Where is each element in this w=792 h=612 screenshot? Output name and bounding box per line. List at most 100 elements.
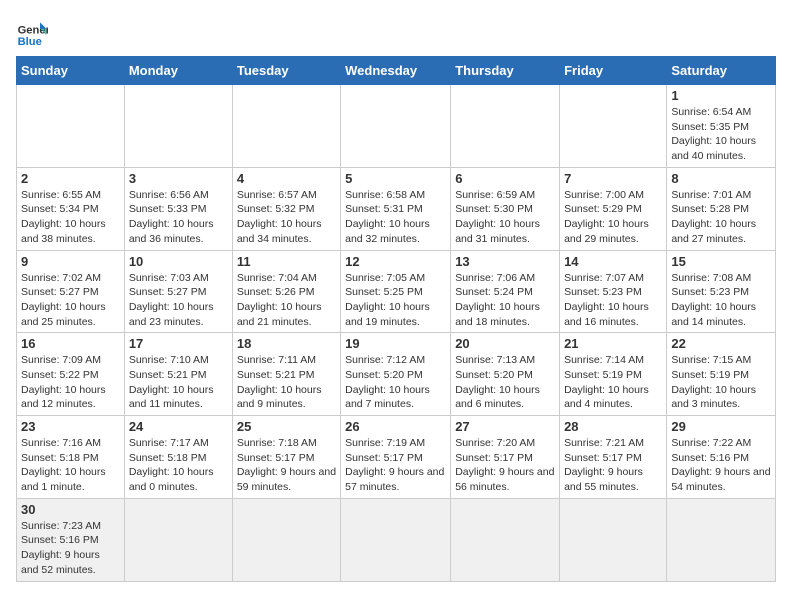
calendar-cell: 14 Sunrise: 7:07 AM Sunset: 5:23 PM Dayli… <box>560 250 667 333</box>
svg-text:Blue: Blue <box>18 36 42 48</box>
calendar-week-row: 9Sunrise: 7:02 AM Sunset: 5:27 PM Daylig… <box>17 250 776 333</box>
calendar-cell: 23Sunrise: 7:16 AM Sunset: 5:18 PM Dayli… <box>17 416 125 499</box>
day-number: 29 <box>671 419 771 434</box>
day-number: 13 <box>455 254 555 269</box>
day-number: 20 <box>455 336 555 351</box>
day-info: Sunrise: 7:05 AM Sunset: 5:25 PM Dayligh… <box>345 271 446 330</box>
day-info: Sunrise: 7:00 AM Sunset: 5:29 PM Dayligh… <box>564 188 662 247</box>
calendar-week-row: 1 Sunrise: 6:54 AM Sunset: 5:35 PM Daylig… <box>17 85 776 168</box>
day-number: 10 <box>129 254 228 269</box>
day-number: 4 <box>237 171 336 186</box>
day-number: 1 <box>671 88 771 103</box>
calendar-cell: 3Sunrise: 6:56 AM Sunset: 5:33 PM Daylig… <box>124 167 232 250</box>
day-number: 26 <box>345 419 446 434</box>
calendar-cell: 11Sunrise: 7:04 AM Sunset: 5:26 PM Dayli… <box>232 250 340 333</box>
calendar-week-row: 30 Sunrise: 7:23 AM Sunset: 5:16 PM Dayli… <box>17 498 776 581</box>
day-number: 27 <box>455 419 555 434</box>
calendar-cell <box>341 498 451 581</box>
day-number: 28 <box>564 419 662 434</box>
column-header-thursday: Thursday <box>451 57 560 85</box>
day-number: 16 <box>21 336 120 351</box>
calendar-cell: 29 Sunrise: 7:22 AM Sunset: 5:16 PM Dayli… <box>667 416 776 499</box>
day-number: 14 <box>564 254 662 269</box>
day-info: Sunrise: 7:20 AM Sunset: 5:17 PM Dayligh… <box>455 436 555 495</box>
calendar-cell: 21Sunrise: 7:14 AM Sunset: 5:19 PM Dayli… <box>560 333 667 416</box>
calendar-cell <box>667 498 776 581</box>
column-header-tuesday: Tuesday <box>232 57 340 85</box>
calendar-cell: 7Sunrise: 7:00 AM Sunset: 5:29 PM Daylig… <box>560 167 667 250</box>
calendar-cell: 13 Sunrise: 7:06 AM Sunset: 5:24 PM Dayli… <box>451 250 560 333</box>
calendar-cell: 19 Sunrise: 7:12 AM Sunset: 5:20 PM Dayli… <box>341 333 451 416</box>
day-info: Sunrise: 7:08 AM Sunset: 5:23 PM Dayligh… <box>671 271 771 330</box>
day-info: Sunrise: 7:22 AM Sunset: 5:16 PM Dayligh… <box>671 436 771 495</box>
day-info: Sunrise: 7:06 AM Sunset: 5:24 PM Dayligh… <box>455 271 555 330</box>
day-info: Sunrise: 7:13 AM Sunset: 5:20 PM Dayligh… <box>455 353 555 412</box>
day-info: Sunrise: 7:10 AM Sunset: 5:21 PM Dayligh… <box>129 353 228 412</box>
calendar-cell: 8 Sunrise: 7:01 AM Sunset: 5:28 PM Daylig… <box>667 167 776 250</box>
day-number: 25 <box>237 419 336 434</box>
calendar-cell <box>560 85 667 168</box>
day-info: Sunrise: 7:12 AM Sunset: 5:20 PM Dayligh… <box>345 353 446 412</box>
column-header-wednesday: Wednesday <box>341 57 451 85</box>
day-info: Sunrise: 7:11 AM Sunset: 5:21 PM Dayligh… <box>237 353 336 412</box>
calendar-cell <box>341 85 451 168</box>
logo-icon: General Blue <box>16 16 48 48</box>
header: General Blue <box>16 16 776 48</box>
logo: General Blue <box>16 16 52 48</box>
day-info: Sunrise: 7:17 AM Sunset: 5:18 PM Dayligh… <box>129 436 228 495</box>
day-number: 2 <box>21 171 120 186</box>
day-number: 30 <box>21 502 120 517</box>
day-number: 19 <box>345 336 446 351</box>
calendar-table: SundayMondayTuesdayWednesdayThursdayFrid… <box>16 56 776 582</box>
calendar-cell <box>232 498 340 581</box>
day-number: 15 <box>671 254 771 269</box>
calendar-cell: 1 Sunrise: 6:54 AM Sunset: 5:35 PM Daylig… <box>667 85 776 168</box>
calendar-cell <box>124 498 232 581</box>
day-number: 18 <box>237 336 336 351</box>
day-number: 12 <box>345 254 446 269</box>
calendar-cell: 17 Sunrise: 7:10 AM Sunset: 5:21 PM Dayli… <box>124 333 232 416</box>
day-info: Sunrise: 7:16 AM Sunset: 5:18 PM Dayligh… <box>21 436 120 495</box>
day-number: 17 <box>129 336 228 351</box>
day-info: Sunrise: 6:55 AM Sunset: 5:34 PM Dayligh… <box>21 188 120 247</box>
day-info: Sunrise: 6:57 AM Sunset: 5:32 PM Dayligh… <box>237 188 336 247</box>
day-info: Sunrise: 7:23 AM Sunset: 5:16 PM Dayligh… <box>21 519 120 578</box>
day-info: Sunrise: 6:54 AM Sunset: 5:35 PM Dayligh… <box>671 105 771 164</box>
day-info: Sunrise: 7:03 AM Sunset: 5:27 PM Dayligh… <box>129 271 228 330</box>
calendar-cell: 28 Sunrise: 7:21 AM Sunset: 5:17 PM Dayli… <box>560 416 667 499</box>
day-number: 11 <box>237 254 336 269</box>
column-header-monday: Monday <box>124 57 232 85</box>
calendar-cell <box>17 85 125 168</box>
day-info: Sunrise: 7:07 AM Sunset: 5:23 PM Dayligh… <box>564 271 662 330</box>
day-number: 22 <box>671 336 771 351</box>
column-header-sunday: Sunday <box>17 57 125 85</box>
calendar-cell: 22Sunrise: 7:15 AM Sunset: 5:19 PM Dayli… <box>667 333 776 416</box>
day-info: Sunrise: 7:19 AM Sunset: 5:17 PM Dayligh… <box>345 436 446 495</box>
calendar-cell: 12 Sunrise: 7:05 AM Sunset: 5:25 PM Dayli… <box>341 250 451 333</box>
calendar-cell: 10 Sunrise: 7:03 AM Sunset: 5:27 PM Dayli… <box>124 250 232 333</box>
calendar-week-row: 16Sunrise: 7:09 AM Sunset: 5:22 PM Dayli… <box>17 333 776 416</box>
calendar-cell: 2 Sunrise: 6:55 AM Sunset: 5:34 PM Daylig… <box>17 167 125 250</box>
day-number: 9 <box>21 254 120 269</box>
day-number: 24 <box>129 419 228 434</box>
calendar-cell: 30 Sunrise: 7:23 AM Sunset: 5:16 PM Dayli… <box>17 498 125 581</box>
column-header-saturday: Saturday <box>667 57 776 85</box>
column-header-friday: Friday <box>560 57 667 85</box>
calendar-week-row: 23Sunrise: 7:16 AM Sunset: 5:18 PM Dayli… <box>17 416 776 499</box>
calendar-cell: 26 Sunrise: 7:19 AM Sunset: 5:17 PM Dayli… <box>341 416 451 499</box>
day-info: Sunrise: 7:01 AM Sunset: 5:28 PM Dayligh… <box>671 188 771 247</box>
day-info: Sunrise: 7:21 AM Sunset: 5:17 PM Dayligh… <box>564 436 662 495</box>
calendar-cell: 20 Sunrise: 7:13 AM Sunset: 5:20 PM Dayli… <box>451 333 560 416</box>
calendar-cell: 16Sunrise: 7:09 AM Sunset: 5:22 PM Dayli… <box>17 333 125 416</box>
calendar-cell <box>451 498 560 581</box>
calendar-cell <box>124 85 232 168</box>
calendar-cell: 25Sunrise: 7:18 AM Sunset: 5:17 PM Dayli… <box>232 416 340 499</box>
day-info: Sunrise: 6:58 AM Sunset: 5:31 PM Dayligh… <box>345 188 446 247</box>
day-number: 3 <box>129 171 228 186</box>
calendar-cell <box>560 498 667 581</box>
calendar-cell: 27 Sunrise: 7:20 AM Sunset: 5:17 PM Dayli… <box>451 416 560 499</box>
day-number: 8 <box>671 171 771 186</box>
calendar-cell: 6Sunrise: 6:59 AM Sunset: 5:30 PM Daylig… <box>451 167 560 250</box>
day-number: 5 <box>345 171 446 186</box>
calendar-header-row: SundayMondayTuesdayWednesdayThursdayFrid… <box>17 57 776 85</box>
